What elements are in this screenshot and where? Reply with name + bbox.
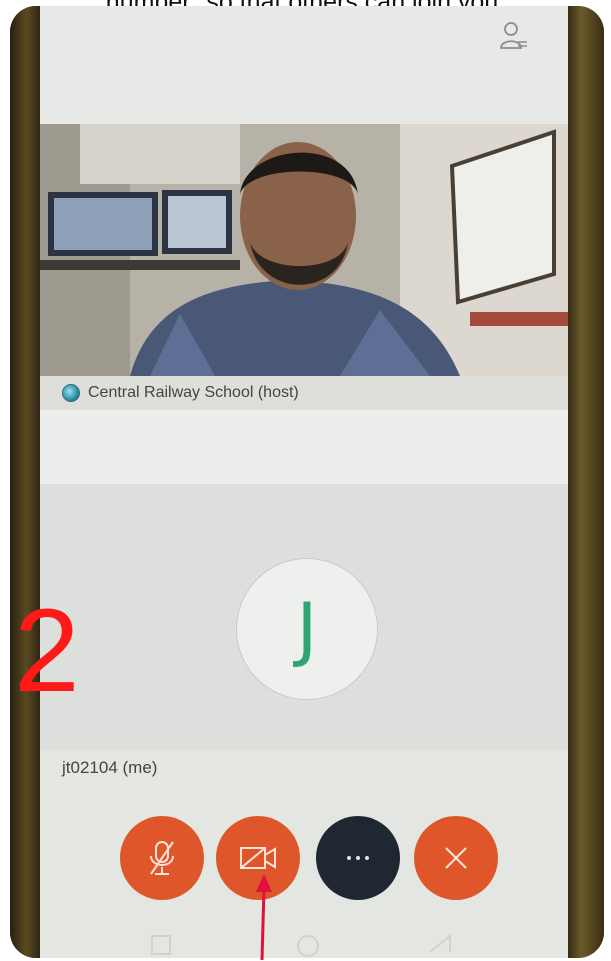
android-nav-bar [151,933,451,957]
meeting-screen: Central Railway School (host) J jt02104 … [40,6,568,958]
self-name-label: jt02104 (me) [62,758,158,777]
host-video-feed[interactable] [40,124,568,376]
host-name-bar: Central Railway School (host) [40,376,568,410]
leave-meeting-button[interactable] [414,816,498,900]
host-name-label: Central Railway School (host) [88,384,299,401]
step-number-annotation: 2 [14,585,80,717]
ellipsis-icon [347,856,369,860]
host-status-icon [62,384,80,402]
avatar-letter: J [296,588,318,670]
more-options-button[interactable] [316,816,400,900]
phone-frame: Central Railway School (host) J jt02104 … [10,6,604,958]
video-off-icon [240,847,276,869]
back-icon [429,933,451,953]
self-avatar: J [236,558,378,700]
host-video-image [40,124,568,376]
tile-spacer [40,410,568,484]
arrow-annotation-icon [256,874,272,961]
phone-edge-right [566,6,604,958]
home-icon [297,935,319,957]
recents-icon [151,935,171,955]
phone-edge-left [10,6,40,958]
close-icon [445,847,467,869]
meeting-header [40,6,568,124]
person-list-icon[interactable] [500,20,528,50]
mute-button[interactable] [120,816,204,900]
microphone-muted-icon [150,841,174,875]
self-video-tile[interactable]: J [40,484,568,750]
